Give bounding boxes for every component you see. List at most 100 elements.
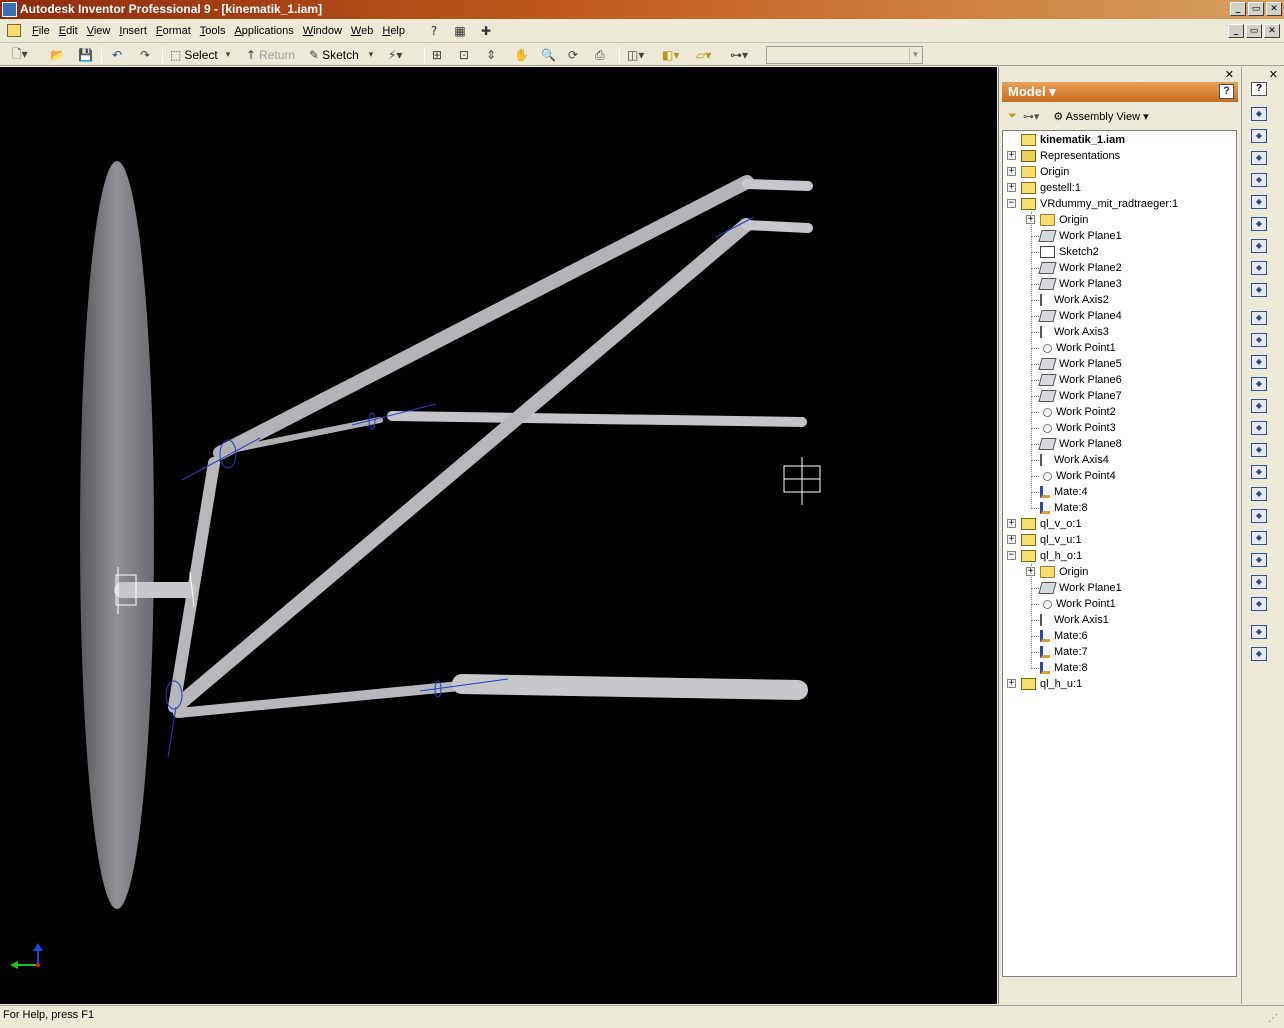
tree-node[interactable]: Origin [1021,164,1069,180]
extrude-icon[interactable]: ◆ [1251,421,1267,435]
undo-icon[interactable]: ↶ [112,46,122,64]
tree-node[interactable]: ql_v_u:1 [1021,532,1082,548]
menu-edit[interactable]: Edit [55,25,82,37]
ucs-icon[interactable]: ◆ [1251,509,1267,523]
constraint-icon[interactable]: ◆ [1251,173,1267,187]
tree-node[interactable]: Work Plane3 [1038,276,1122,292]
rotate-icon[interactable]: ◆ [1251,261,1267,275]
help-icon[interactable]: ? [1219,84,1234,99]
graphics-viewport[interactable] [0,67,997,1004]
style-combo[interactable]: ▼ [766,46,923,64]
create-component-icon[interactable]: ◆ [1251,129,1267,143]
tree-node[interactable]: Mate:8 [1040,660,1088,676]
doc-close-button[interactable]: ✕ [1264,24,1280,38]
return-button[interactable]: ↑ Return [246,46,295,64]
tree-node[interactable]: Work Plane7 [1038,388,1122,404]
replace-icon[interactable]: ◆ [1251,217,1267,231]
pan-icon[interactable]: ✋ [514,46,529,64]
minimize-button[interactable]: _ [1230,2,1246,16]
app-icon[interactable] [2,2,17,17]
thread-icon[interactable]: ◆ [1251,575,1267,589]
hole-icon[interactable]: ◆ [1251,399,1267,413]
tree-node[interactable]: Work Point1 [1040,340,1116,356]
menu-format[interactable]: Format [152,25,195,37]
menu-applications[interactable]: Applications [230,25,297,37]
tree-node[interactable]: Work Plane4 [1038,308,1122,324]
pattern-icon[interactable]: ◆ [1251,151,1267,165]
rotate-icon[interactable]: ⟳ [568,46,578,64]
tree-node[interactable]: gestell:1 [1021,180,1081,196]
appearance-icon[interactable]: ◆ [1251,647,1267,661]
sketch-button[interactable]: ✎ Sketch ▾ [309,46,373,64]
tree-node[interactable]: Work Plane5 [1038,356,1122,372]
tree-node[interactable]: Work Plane2 [1038,260,1122,276]
maximize-button[interactable]: ▭ [1248,2,1264,16]
workaxis-icon[interactable]: ◆ [1251,465,1267,479]
tree-node[interactable]: Work Point2 [1040,404,1116,420]
close-button[interactable]: ✕ [1266,2,1282,16]
weld-icon[interactable]: ◆ [1251,311,1267,325]
expand-all-icon[interactable]: ⊶▾ [1023,110,1040,123]
expand-icon[interactable]: + [1007,151,1016,160]
section-icon[interactable]: ◆ [1251,283,1267,297]
workplane-icon[interactable]: ◆ [1251,443,1267,457]
tree-node[interactable]: Mate:6 [1040,628,1088,644]
zoom-all-icon[interactable]: ⊞ [432,46,442,64]
suspension-links[interactable] [114,175,813,718]
expand-icon[interactable]: + [1007,183,1016,192]
panel-help-icon[interactable]: ? [1251,82,1267,96]
tree-node[interactable]: Work Plane1 [1038,228,1122,244]
expand-icon[interactable]: + [1007,535,1016,544]
assembly-view-dropdown[interactable]: ⚙ Assembly View ▾ [1053,110,1148,123]
display-mode-icon[interactable]: ◫▾ [627,46,644,64]
help-icon[interactable]: ? [425,23,443,39]
close-icon[interactable]: ✕ [1269,68,1278,81]
tree-node[interactable]: Mate:8 [1040,500,1088,516]
tree-node[interactable]: Work Plane8 [1038,436,1122,452]
tree-node[interactable]: Work Axis4 [1040,452,1109,468]
expand-icon[interactable]: + [1007,519,1016,528]
tree-node[interactable]: Work Plane6 [1038,372,1122,388]
tree-node[interactable]: Work Point3 [1040,420,1116,436]
tree-node[interactable]: Representations [1021,148,1120,164]
tree-node[interactable]: Origin [1040,564,1088,580]
tree-node[interactable]: Work Plane1 [1038,580,1122,596]
parameters-icon[interactable]: ◆ [1251,625,1267,639]
collapse-icon[interactable]: − [1007,551,1016,560]
model-graphics[interactable] [0,67,997,1004]
split-icon[interactable]: ◆ [1251,333,1267,347]
collapse-icon[interactable]: − [1007,199,1016,208]
tree-node[interactable]: Work Axis1 [1040,612,1109,628]
doc-restore-button[interactable]: ▭ [1246,24,1262,38]
tree-node[interactable]: Origin [1040,212,1088,228]
menu-file[interactable]: File [28,25,54,37]
zoom-window-icon[interactable]: ⊡ [459,46,469,64]
place-constraint-icon[interactable]: ◆ [1251,195,1267,209]
expand-icon[interactable]: + [1007,167,1016,176]
tree-node[interactable]: Work Axis3 [1040,324,1109,340]
menu-help[interactable]: Help [378,25,409,37]
tree-node[interactable]: ql_h_o:1 [1021,548,1082,564]
chevron-down-icon[interactable]: ▼ [909,48,921,62]
doc-minimize-button[interactable]: _ [1228,24,1244,38]
menu-web[interactable]: Web [347,25,377,37]
resize-grip-icon[interactable]: ⋰ [1268,1009,1280,1024]
select-button[interactable]: ⬚ Select ▾ [170,46,230,64]
redo-icon[interactable]: ↷ [140,46,150,64]
expand-icon[interactable]: + [1007,679,1016,688]
tree-node[interactable]: VRdummy_mit_radtraeger:1 [1021,196,1178,212]
shading-icon[interactable]: ◧▾ [662,46,679,64]
fillet-icon[interactable]: ◆ [1251,377,1267,391]
tree-node[interactable]: Mate:4 [1040,484,1088,500]
zoom-selected-icon[interactable]: 🔍 [541,46,556,64]
calculator-icon[interactable]: ▦ [451,23,469,39]
menu-insert[interactable]: Insert [115,25,151,37]
shell-icon[interactable]: ◆ [1251,553,1267,567]
derive-icon[interactable]: ◆ [1251,531,1267,545]
tree-node[interactable]: Work Axis2 [1040,292,1109,308]
surface-icon[interactable]: ◆ [1251,597,1267,611]
menu-window[interactable]: Window [299,25,346,37]
browser-header[interactable]: Model ▾ ? [1002,82,1238,102]
zoom-icon[interactable]: ⇕ [486,46,496,64]
menu-tools[interactable]: Tools [196,25,230,37]
